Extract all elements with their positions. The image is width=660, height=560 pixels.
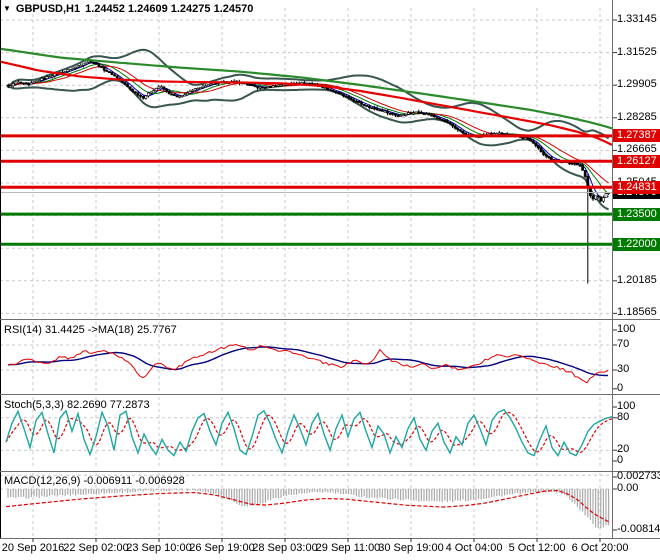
stoch-tick-label: 0: [617, 454, 624, 466]
price-tick-label: 1.28285: [617, 110, 657, 123]
panel-splitter[interactable]: [0, 317, 660, 321]
price-tick-label: 1.31525: [617, 45, 657, 58]
stoch-indicator-label: Stoch(5,3,3) 82.2690 77.2873: [4, 399, 150, 411]
chevron-down-icon[interactable]: ▼: [3, 4, 11, 14]
rsi-tick-label: 70: [617, 338, 630, 350]
macd-indicator-label: MACD(12,26,9) -0.006911 -0.006928: [4, 475, 185, 487]
trading-terminal-window: ▼ GBPUSD,H1 1.24452 1.24609 1.24275 1.24…: [0, 0, 660, 560]
price-tick-label: 1.26665: [617, 143, 657, 156]
price-tick-label: 1.29905: [617, 78, 657, 91]
stoch-tick-label: 80: [617, 410, 630, 423]
price-badge-support: 1.22000: [613, 237, 660, 251]
time-tick-label: 6 Oct 20:00: [571, 542, 629, 554]
panel-splitter[interactable]: [0, 391, 660, 395]
macd-tick-label: -0.008146: [617, 522, 660, 535]
ohlc-values: 1.24452 1.24609 1.24275 1.24570: [85, 3, 254, 15]
symbol-period-label: GBPUSD,H1: [15, 3, 81, 15]
price-tick-label: 1.20185: [617, 273, 657, 286]
rsi-tick-label: 100: [617, 323, 636, 335]
price-badge-support: 1.23500: [613, 207, 660, 221]
rsi-indicator-label: RSI(14) 31.4425 ->MA(18) 25.7767: [4, 324, 177, 336]
chart-title-bar: ▼ GBPUSD,H1 1.24452 1.24609 1.24275 1.24…: [3, 3, 253, 15]
price-badge-resistance: 1.24831: [613, 180, 660, 194]
price-badge-resistance: 1.27387: [613, 129, 660, 143]
macd-tick-label: 0.00: [617, 482, 639, 494]
rsi-tick-label: 30: [617, 363, 630, 375]
panel-splitter[interactable]: [0, 468, 660, 472]
price-tick-label: 1.33145: [617, 13, 657, 25]
price-badge-resistance: 1.26127: [613, 154, 660, 168]
